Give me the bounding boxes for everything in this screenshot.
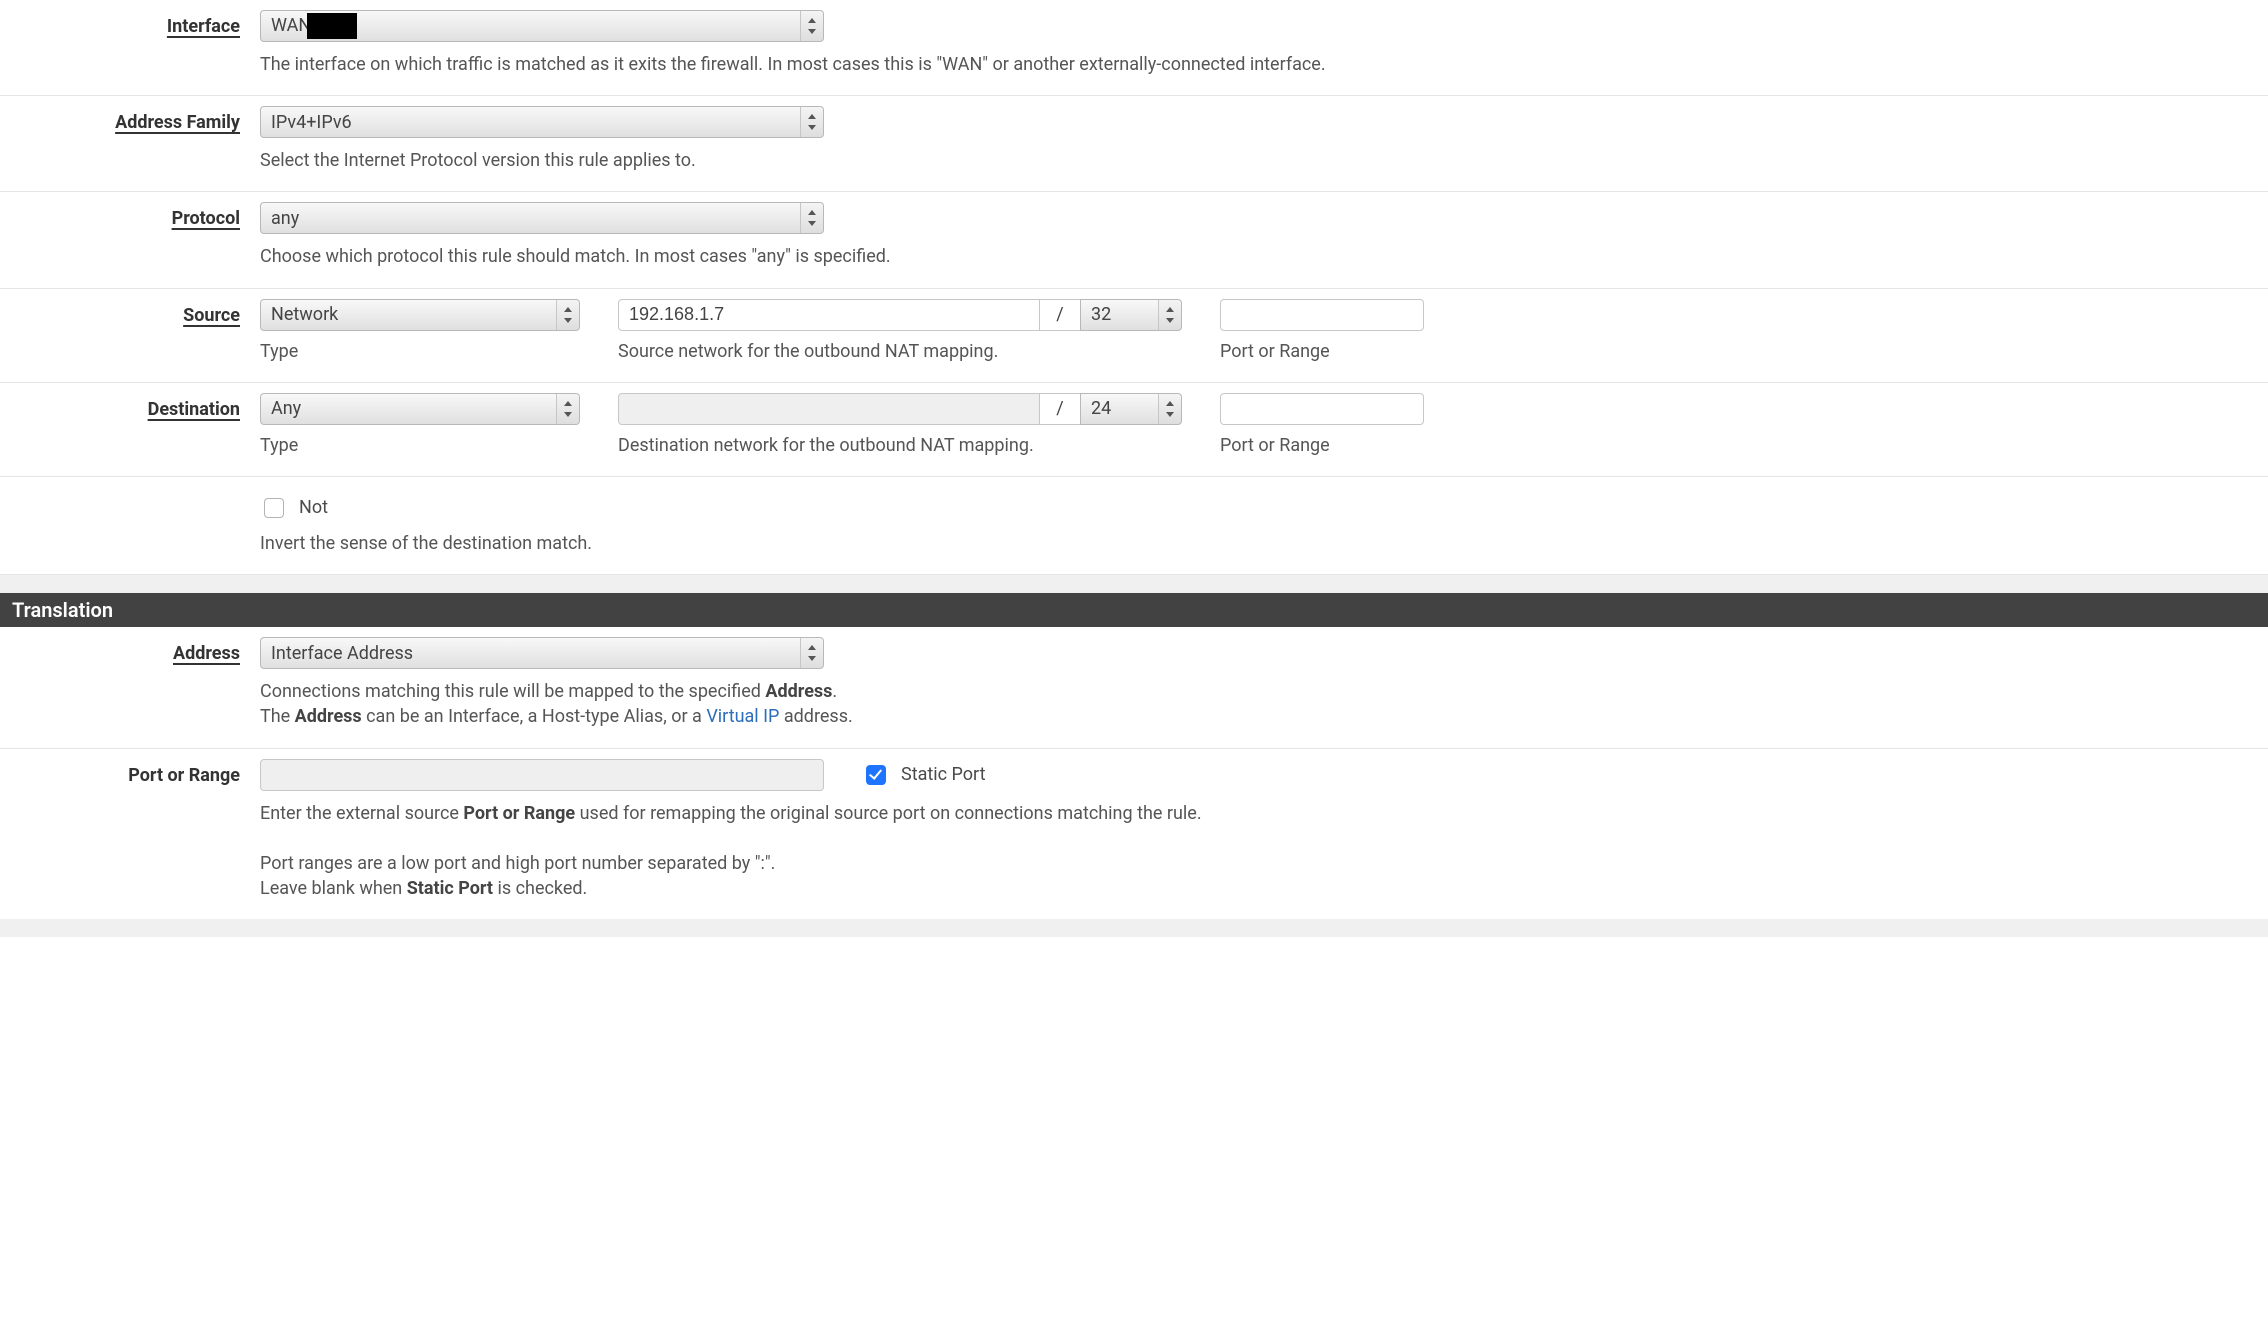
source-label: Source bbox=[183, 305, 240, 326]
destination-port-input[interactable] bbox=[1220, 393, 1424, 425]
destination-network-input[interactable] bbox=[618, 393, 1040, 425]
destination-type-sublabel: Type bbox=[260, 433, 580, 458]
select-arrows-icon bbox=[800, 638, 823, 668]
static-port-checkbox[interactable] bbox=[866, 765, 886, 785]
destination-label: Destination bbox=[148, 399, 240, 420]
translation-section-header: Translation bbox=[0, 593, 2268, 627]
destination-type-select[interactable]: Any bbox=[260, 393, 580, 425]
source-network-input[interactable] bbox=[618, 299, 1040, 331]
addressfamily-label: Address Family bbox=[115, 112, 240, 133]
virtual-ip-link[interactable]: Virtual IP bbox=[706, 706, 779, 727]
source-cidr-select[interactable]: 32 bbox=[1080, 299, 1182, 331]
select-arrows-icon bbox=[800, 11, 823, 41]
not-help: Invert the sense of the destination matc… bbox=[260, 531, 2268, 556]
interface-select[interactable]: WAN bbox=[260, 10, 824, 42]
addressfamily-select[interactable]: IPv4+IPv6 bbox=[260, 106, 824, 138]
destination-network-sublabel: Destination network for the outbound NAT… bbox=[618, 433, 1182, 458]
destination-port-sublabel: Port or Range bbox=[1220, 433, 1424, 458]
select-arrows-icon bbox=[556, 394, 579, 424]
translation-port-label: Port or Range bbox=[128, 765, 240, 786]
protocol-help: Choose which protocol this rule should m… bbox=[260, 244, 2268, 269]
interface-select-value: WAN bbox=[271, 15, 311, 36]
translation-address-label: Address bbox=[173, 643, 240, 664]
source-type-value: Network bbox=[261, 302, 556, 327]
select-arrows-icon bbox=[556, 300, 579, 330]
source-cidr-value: 32 bbox=[1081, 302, 1158, 327]
translation-port-help: Enter the external source Port or Range … bbox=[260, 801, 2268, 902]
interface-help: The interface on which traffic is matche… bbox=[260, 52, 2268, 77]
source-cidr-slash: / bbox=[1040, 299, 1080, 331]
protocol-label: Protocol bbox=[172, 208, 240, 229]
destination-cidr-select[interactable]: 24 bbox=[1080, 393, 1182, 425]
section-divider bbox=[0, 575, 2268, 593]
translation-address-value: Interface Address bbox=[261, 641, 800, 666]
translation-address-select[interactable]: Interface Address bbox=[260, 637, 824, 669]
destination-type-value: Any bbox=[261, 396, 556, 421]
select-arrows-icon bbox=[1158, 394, 1181, 424]
source-port-input[interactable] bbox=[1220, 299, 1424, 331]
redacted-block bbox=[307, 13, 357, 39]
source-type-select[interactable]: Network bbox=[260, 299, 580, 331]
interface-label: Interface bbox=[167, 16, 240, 37]
source-port-sublabel: Port or Range bbox=[1220, 339, 1424, 364]
source-network-sublabel: Source network for the outbound NAT mapp… bbox=[618, 339, 1182, 364]
protocol-select-value: any bbox=[261, 206, 800, 231]
select-arrows-icon bbox=[800, 203, 823, 233]
select-arrows-icon bbox=[800, 107, 823, 137]
addressfamily-help: Select the Internet Protocol version thi… bbox=[260, 148, 2268, 173]
static-port-label: Static Port bbox=[901, 762, 985, 787]
destination-cidr-slash: / bbox=[1040, 393, 1080, 425]
protocol-select[interactable]: any bbox=[260, 202, 824, 234]
translation-address-help: Connections matching this rule will be m… bbox=[260, 679, 2268, 729]
bottom-divider bbox=[0, 919, 2268, 937]
select-arrows-icon bbox=[1158, 300, 1181, 330]
source-type-sublabel: Type bbox=[260, 339, 580, 364]
addressfamily-select-value: IPv4+IPv6 bbox=[261, 110, 800, 135]
not-checkbox[interactable] bbox=[264, 498, 284, 518]
destination-cidr-value: 24 bbox=[1081, 396, 1158, 421]
translation-port-input[interactable] bbox=[260, 759, 824, 791]
not-check-label: Not bbox=[299, 495, 328, 520]
